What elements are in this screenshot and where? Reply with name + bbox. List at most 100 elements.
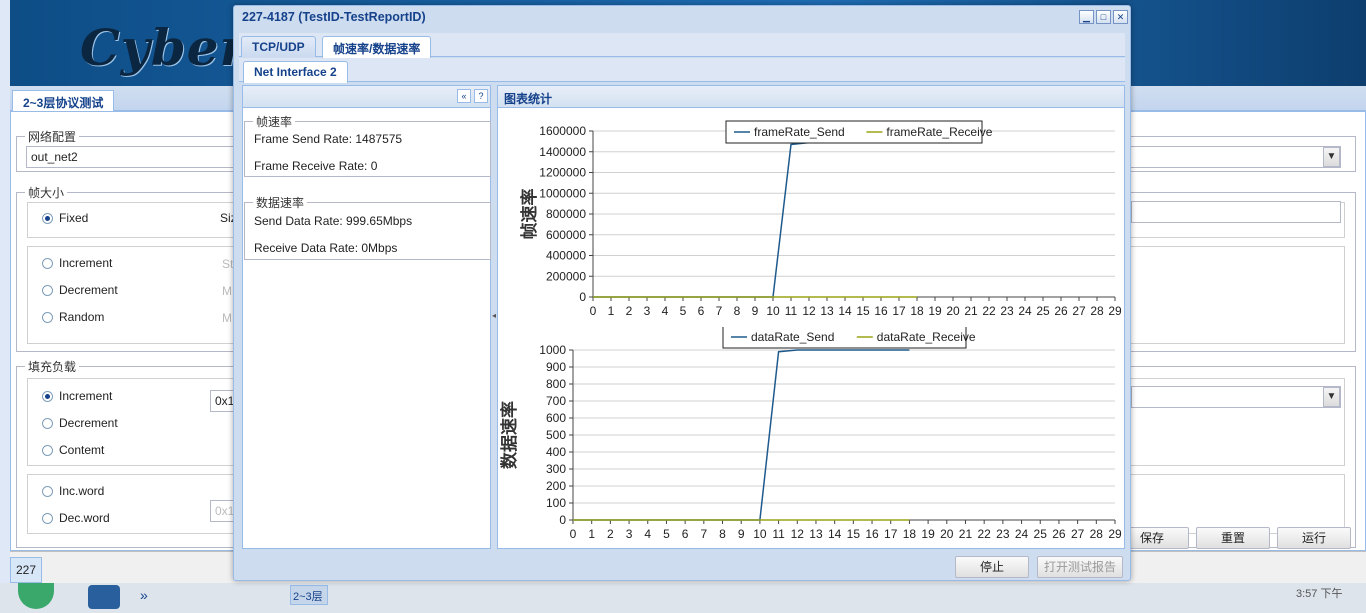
x-tick-label: 14 xyxy=(838,304,852,318)
status-cell[interactable]: 227 xyxy=(10,557,42,583)
chevron-down-icon[interactable]: ▼ xyxy=(1323,387,1340,407)
x-tick-label: 21 xyxy=(964,304,978,318)
x-tick-label: 16 xyxy=(865,527,879,541)
x-tick-label: 17 xyxy=(892,304,906,318)
data-rate-chart: 010020030040050060070080090010000 1 2 3 4 5 6 7… xyxy=(499,327,1122,541)
chevron-down-icon[interactable]: ▼ xyxy=(1323,147,1340,167)
tab-rate[interactable]: 帧速率/数据速率 xyxy=(322,36,432,58)
x-tick-label: 0 xyxy=(570,527,577,541)
tab-net-interface-2[interactable]: Net Interface 2 xyxy=(243,61,348,83)
receive-data-rate: Receive Data Rate: 0Mbps xyxy=(254,241,398,255)
radio-icon xyxy=(42,512,53,524)
y-tick-label: 400000 xyxy=(546,249,586,263)
clock: 3:57 下午 xyxy=(1296,588,1343,600)
stop-button[interactable]: 停止 xyxy=(955,556,1029,578)
y-tick-label: 700 xyxy=(546,394,566,408)
radio-random[interactable]: Random xyxy=(42,310,104,324)
reset-button[interactable]: 重置 xyxy=(1196,527,1270,549)
stats-panel: « ? 帧速率 Frame Send Rate: 1487575 Frame R… xyxy=(242,85,491,549)
radio-inc-word-label: Inc.word xyxy=(59,484,105,498)
minimize-icon[interactable]: ▁ xyxy=(1079,10,1094,24)
radio-random-label: Random xyxy=(59,310,105,324)
y-tick-label: 200 xyxy=(546,479,566,493)
x-tick-label: 18 xyxy=(910,304,924,318)
close-icon[interactable]: ✕ xyxy=(1113,10,1128,24)
run-button[interactable]: 运行 xyxy=(1277,527,1351,549)
maximize-icon[interactable]: □ xyxy=(1096,10,1111,24)
x-tick-label: 6 xyxy=(682,527,689,541)
x-tick-label: 22 xyxy=(982,304,996,318)
x-tick-label: 29 xyxy=(1108,527,1122,541)
x-tick-label: 23 xyxy=(996,527,1010,541)
x-tick-label: 3 xyxy=(626,527,633,541)
x-tick-label: 19 xyxy=(921,527,935,541)
x-tick-label: 3 xyxy=(644,304,651,318)
y-tick-label: 1000000 xyxy=(539,186,586,200)
radio-payload-decrement[interactable]: Decrement xyxy=(42,416,118,430)
x-tick-label: 23 xyxy=(1000,304,1014,318)
taskbar-item[interactable]: 2~3层 xyxy=(290,585,328,605)
x-tick-label: 26 xyxy=(1054,304,1068,318)
tab-tcp-udp[interactable]: TCP/UDP xyxy=(241,36,316,57)
x-tick-label: 4 xyxy=(662,304,669,318)
radio-payload-contemt[interactable]: Contemt xyxy=(42,443,104,457)
x-tick-label: 2 xyxy=(607,527,614,541)
tab-protocol-test[interactable]: 2~3层协议测试 xyxy=(12,90,115,111)
y-tick-label: 0 xyxy=(559,513,566,527)
dialog-title: 227-4187 (TestID-TestReportID) xyxy=(242,10,426,24)
radio-dec-word-label: Dec.word xyxy=(59,511,110,525)
x-tick-label: 24 xyxy=(1015,527,1029,541)
help-icon[interactable]: ? xyxy=(474,89,488,103)
x-tick-label: 27 xyxy=(1072,304,1086,318)
taskbar: » 2~3层 3:57 下午 xyxy=(0,583,1366,613)
y-axis-label: 数据速率 xyxy=(499,401,519,469)
x-tick-label: 15 xyxy=(856,304,870,318)
frame-rate-chart: 0 200000 400000 600000 800000 1000000 1200000 1… xyxy=(519,120,1122,318)
frame-receive-rate: Frame Receive Rate: 0 xyxy=(254,159,378,173)
x-tick-label: 14 xyxy=(828,527,842,541)
radio-inc-word[interactable]: Inc.word xyxy=(42,484,104,498)
x-tick-label: 4 xyxy=(644,527,651,541)
radio-dec-word[interactable]: Dec.word xyxy=(42,511,110,525)
open-report-button[interactable]: 打开测试报告 xyxy=(1037,556,1123,578)
x-tick-label: 12 xyxy=(802,304,816,318)
x-tick-label: 25 xyxy=(1034,527,1048,541)
y-axis-label: 帧速率 xyxy=(519,189,539,240)
x-tick-label: 2 xyxy=(626,304,633,318)
x-tick-label: 15 xyxy=(847,527,861,541)
size-input[interactable] xyxy=(1131,201,1341,223)
x-tick-label: 13 xyxy=(809,527,823,541)
radio-increment[interactable]: Increment xyxy=(42,256,112,270)
stats-panel-header: « ? xyxy=(243,86,490,108)
dialog-subtabbar: Net Interface 2 xyxy=(239,58,1125,83)
dialog-tabbar: TCP/UDP 帧速率/数据速率 xyxy=(239,33,1125,58)
radio-decrement[interactable]: Decrement xyxy=(42,283,118,297)
network-config-legend: 网络配置 xyxy=(28,130,77,144)
radio-fixed[interactable]: Fixed xyxy=(42,211,88,225)
y-tick-label: 800000 xyxy=(546,207,586,221)
payload-select[interactable] xyxy=(1131,386,1341,408)
report-dialog: 227-4187 (TestID-TestReportID) ▁ □ ✕ TCP… xyxy=(233,5,1131,581)
app-icon[interactable] xyxy=(18,583,54,609)
x-tick-label: 27 xyxy=(1071,527,1085,541)
y-tick-label: 200000 xyxy=(546,269,586,283)
legend-label: frameRate_Send xyxy=(754,125,845,139)
series-line-frameRate_Send xyxy=(593,141,917,298)
y-tick-label: 1000 xyxy=(539,343,566,357)
radio-payload-increment[interactable]: Increment xyxy=(42,389,112,403)
hint-max2: M xyxy=(222,311,232,325)
x-tick-label: 10 xyxy=(766,304,780,318)
radio-fixed-label: Fixed xyxy=(59,211,89,225)
collapse-icon[interactable]: « xyxy=(457,89,471,103)
x-tick-label: 16 xyxy=(874,304,888,318)
legend-label: dataRate_Send xyxy=(751,330,834,344)
y-tick-label: 500 xyxy=(546,428,566,442)
app-icon[interactable] xyxy=(88,585,120,609)
x-tick-label: 5 xyxy=(680,304,687,318)
x-tick-label: 10 xyxy=(753,527,767,541)
x-tick-label: 8 xyxy=(719,527,726,541)
chevron-icon[interactable]: » xyxy=(140,587,148,603)
radio-payload-increment-label: Increment xyxy=(59,389,113,403)
radio-increment-label: Increment xyxy=(59,256,113,270)
x-tick-label: 20 xyxy=(940,527,954,541)
